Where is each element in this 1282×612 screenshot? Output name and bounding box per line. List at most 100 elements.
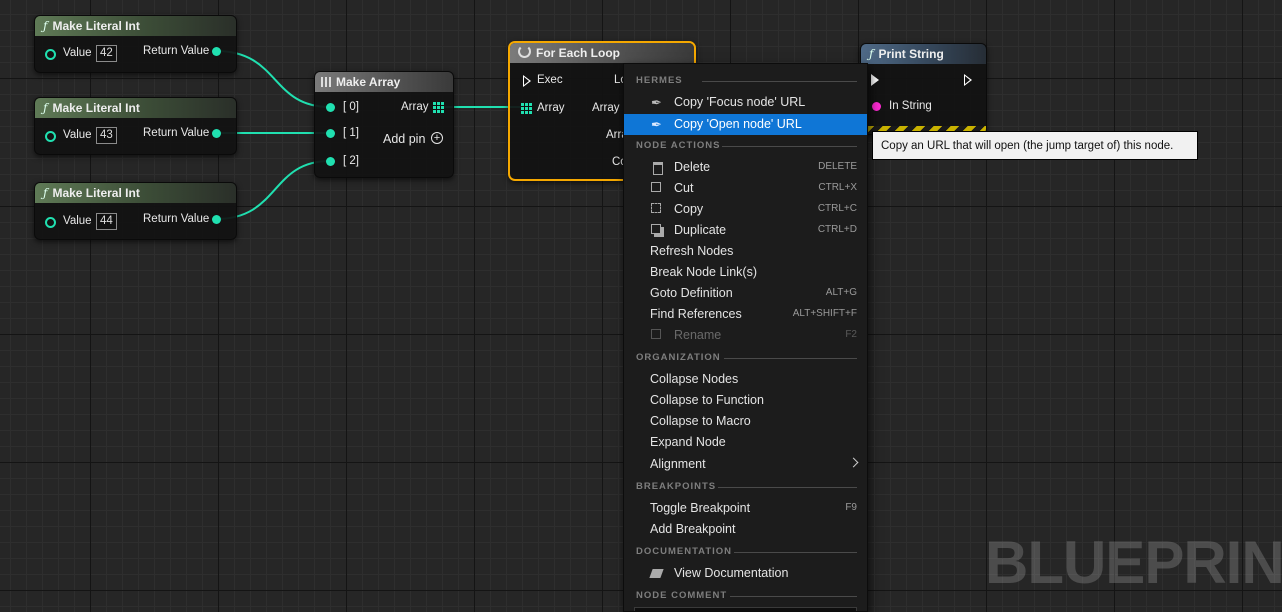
section-title: ORGANIZATION [636,352,721,363]
array-index-1-pin[interactable] [326,129,335,138]
value-label: Value [63,129,92,141]
context-menu: HERMES ✒ Copy 'Focus node' URL ✒ Copy 'O… [623,63,868,612]
function-icon: ƒ [43,101,48,115]
make-array-node[interactable]: Make Array [ 0] [ 1] [ 2] Array Add pin … [314,71,454,178]
section-divider [718,487,857,488]
make-literal-int-node-43[interactable]: ƒ Make Literal Int Value 43 Return Value [34,97,237,155]
menu-item-label: Duplicate [674,223,727,237]
node-title: Make Literal Int [52,19,140,33]
value-input[interactable]: 43 [96,127,117,144]
menu-item-shortcut: CTRL+C [817,203,857,214]
return-value-label: Return Value [143,127,210,139]
hermes-feather-icon: ✒ [651,95,662,110]
menu-item-label: Collapse to Function [650,393,764,407]
return-value-pin[interactable] [212,215,221,224]
menu-item-label: Collapse to Macro [650,414,751,428]
menu-item-rename[interactable]: Rename F2 [624,325,867,346]
exec-input-pin[interactable] [523,75,531,87]
array-index-0-pin[interactable] [326,103,335,112]
array-output-pin[interactable] [433,102,444,113]
copy-icon [651,203,661,213]
menu-item-find-references[interactable]: Find References ALT+SHIFT+F [624,304,867,325]
section-divider [722,146,857,147]
array-index-1-label: [ 1] [343,127,359,139]
menu-item-label: Rename [674,328,722,342]
menu-item-cut[interactable]: Cut CTRL+X [624,178,867,199]
value-input-pin[interactable] [45,217,56,228]
menu-item-break-node-links[interactable]: Break Node Link(s) [624,262,867,283]
array-input-pin[interactable] [521,103,532,114]
array-output-label: Array [401,101,429,113]
menu-item-alignment[interactable]: Alignment [624,454,867,475]
menu-item-collapse-nodes[interactable]: Collapse Nodes [624,369,867,390]
function-icon: ƒ [869,47,874,61]
array-index-2-pin[interactable] [326,157,335,166]
menu-item-add-breakpoint[interactable]: Add Breakpoint [624,519,867,540]
value-input-pin[interactable] [45,49,56,60]
return-value-pin[interactable] [212,129,221,138]
node-header: ƒ Print String [861,44,986,64]
node-title: For Each Loop [536,46,620,60]
menu-section-node-actions: NODE ACTIONS [636,140,857,154]
node-header: Make Array [315,72,453,92]
add-pin-label[interactable]: Add pin [383,132,425,146]
make-literal-int-node-42[interactable]: ƒ Make Literal Int Value 42 Return Value [34,15,237,73]
menu-item-label: Cut [674,181,694,195]
menu-item-label: Collapse Nodes [650,372,739,386]
menu-item-label: Copy 'Open node' URL [674,117,802,131]
menu-item-collapse-to-function[interactable]: Collapse to Function [624,390,867,411]
menu-item-delete[interactable]: Delete DELETE [624,157,867,178]
in-string-pin[interactable] [872,102,881,111]
menu-item-copy-focus-node-url[interactable]: ✒ Copy 'Focus node' URL [624,92,867,113]
value-input[interactable]: 42 [96,45,117,62]
menu-item-shortcut: CTRL+X [818,182,857,193]
duplicate-icon [651,224,661,234]
menu-item-copy[interactable]: Copy CTRL+C [624,199,867,220]
function-icon: ƒ [43,19,48,33]
menu-item-label: Goto Definition [650,286,733,300]
value-label: Value [63,47,92,59]
menu-item-duplicate[interactable]: Duplicate CTRL+D [624,220,867,241]
return-value-label: Return Value [143,45,210,57]
exec-input-pin-print-string[interactable] [871,74,879,86]
array-input-label: Array [537,102,565,114]
add-pin-icon[interactable]: + [431,132,443,144]
exec-output-pin[interactable] [964,74,972,86]
return-value-pin[interactable] [212,47,221,56]
in-string-label: In String [889,100,932,112]
menu-item-collapse-to-macro[interactable]: Collapse to Macro [624,411,867,432]
blueprint-watermark: BLUEPRINT [985,529,1282,596]
menu-item-label: View Documentation [674,566,789,580]
value-input[interactable]: 44 [96,213,117,230]
trash-icon [653,162,663,175]
menu-section-breakpoints: BREAKPOINTS [636,481,857,495]
return-value-label: Return Value [143,213,210,225]
node-header: ƒ Make Literal Int [35,183,236,203]
chevron-right-icon [848,457,859,468]
array-element-label: Array I [592,102,626,114]
menu-section-documentation: DOCUMENTATION [636,546,857,560]
tooltip: Copy an URL that will open (the jump tar… [872,131,1198,160]
loop-icon [518,45,531,58]
menu-item-toggle-breakpoint[interactable]: Toggle Breakpoint F9 [624,498,867,519]
menu-item-label: Delete [674,160,711,174]
menu-item-copy-open-node-url[interactable]: ✒ Copy 'Open node' URL [624,114,867,135]
make-literal-int-node-44[interactable]: ƒ Make Literal Int Value 44 Return Value [34,182,237,240]
menu-item-refresh-nodes[interactable]: Refresh Nodes [624,241,867,262]
menu-item-label: Alignment [650,457,706,471]
value-input-pin[interactable] [45,131,56,142]
rename-icon [651,329,661,339]
menu-item-label: Copy 'Focus node' URL [674,95,806,109]
node-header: ƒ Make Literal Int [35,98,236,118]
menu-item-shortcut: F2 [845,329,857,340]
print-string-node[interactable]: ƒ Print String In String [860,43,987,135]
menu-section-node-comment: NODE COMMENT [636,590,857,604]
node-header: ƒ Make Literal Int [35,16,236,36]
node-title: Print String [878,47,944,61]
menu-item-view-documentation[interactable]: View Documentation [624,563,867,584]
menu-item-expand-node[interactable]: Expand Node [624,432,867,453]
section-title: NODE COMMENT [636,590,728,601]
menu-item-shortcut: CTRL+D [817,224,857,235]
menu-item-goto-definition[interactable]: Goto Definition ALT+G [624,283,867,304]
menu-item-label: Find References [650,307,742,321]
